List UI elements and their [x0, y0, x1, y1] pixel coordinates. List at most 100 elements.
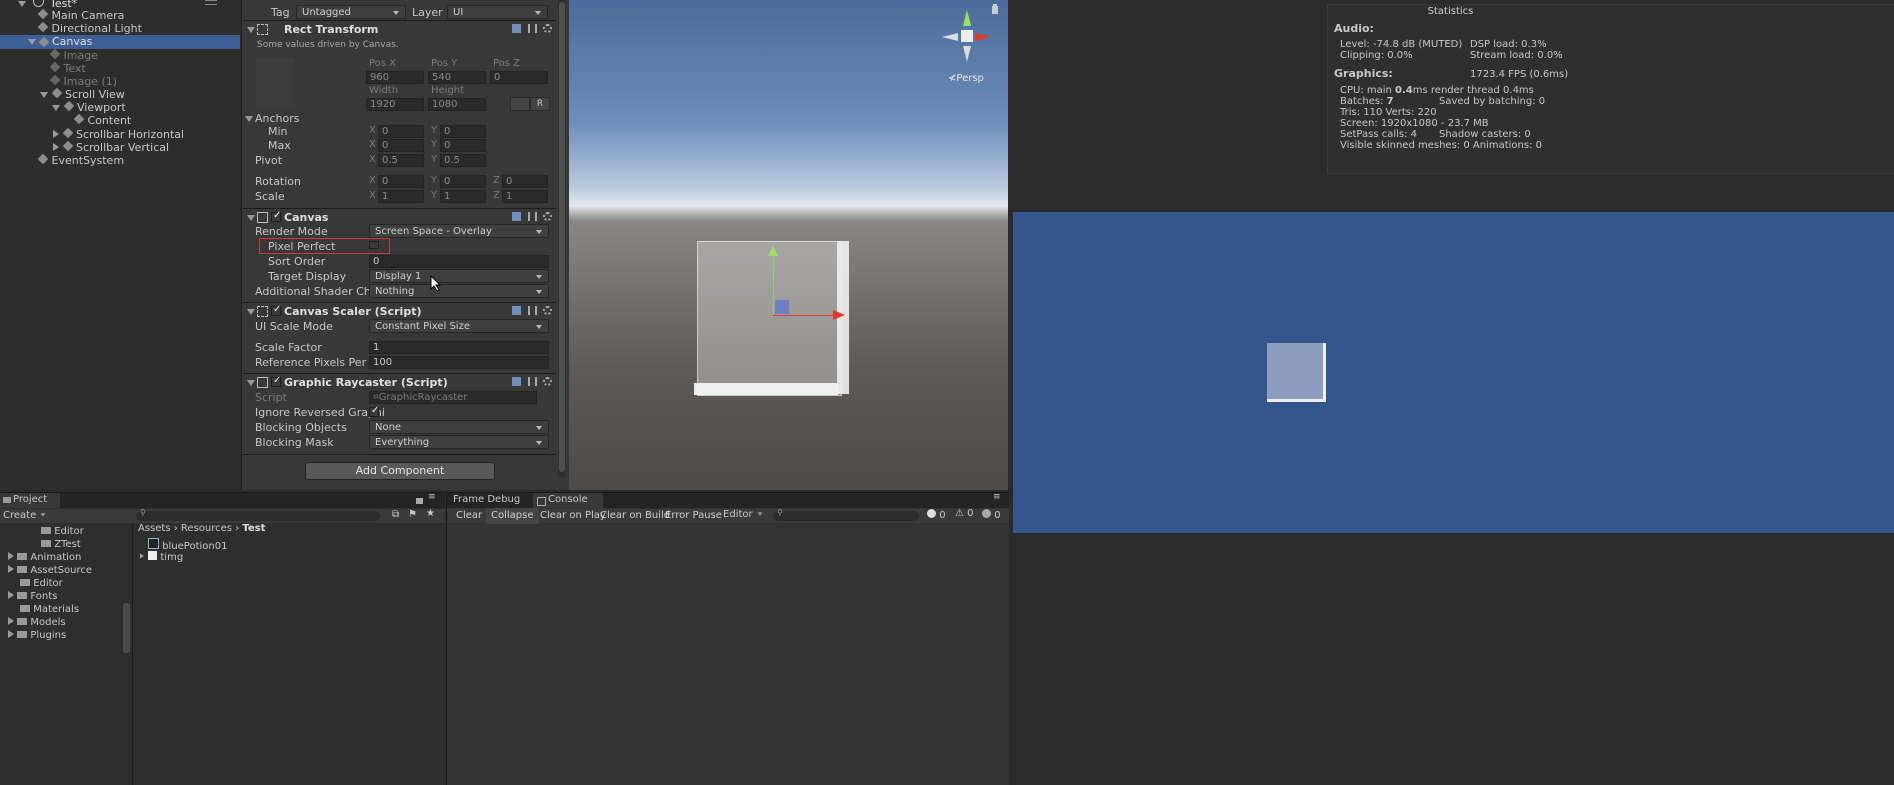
ui-scale-mode-dropdown[interactable]: Constant Pixel Size — [369, 319, 549, 333]
expand-arrow-icon[interactable] — [18, 1, 26, 7]
gizmo-y-axis-icon[interactable] — [963, 10, 971, 26]
favorites-star-icon[interactable]: ★ — [426, 508, 435, 519]
warning-count-toggle[interactable]: ⚠ 0 — [955, 508, 974, 519]
hierarchy-item-image-1[interactable]: Image (1) — [49, 74, 117, 88]
hierarchy-item-main-camera[interactable]: Main Camera — [37, 8, 124, 22]
expand-arrow-icon[interactable] — [40, 92, 48, 98]
orientation-gizmo[interactable] — [941, 8, 997, 64]
posz-field[interactable]: 0 — [490, 71, 548, 84]
preset-icon[interactable] — [528, 24, 537, 33]
expand-arrow-icon[interactable] — [52, 105, 60, 111]
filter-by-label-icon[interactable]: ⚑ — [408, 509, 417, 520]
tag-dropdown[interactable]: Untagged — [296, 5, 406, 19]
blocking-mask-dropdown[interactable]: Everything — [369, 435, 549, 449]
settings-gear-icon[interactable] — [543, 377, 552, 386]
gizmo-x-axis-icon[interactable] — [975, 33, 991, 41]
editor-dropdown[interactable]: Editor — [723, 509, 764, 520]
lock-icon[interactable] — [416, 498, 423, 504]
min-x-field[interactable]: 0 — [378, 125, 424, 138]
collapse-arrow-icon[interactable] — [8, 552, 14, 560]
hierarchy-item-content[interactable]: Content — [73, 113, 131, 127]
folder-editor[interactable]: Editor — [20, 578, 63, 589]
collapse-arrow-icon[interactable] — [8, 565, 14, 573]
panel-menu-icon[interactable]: ≡ — [428, 492, 436, 502]
gizmo-neg-y-axis-icon[interactable] — [963, 46, 971, 62]
collapse-arrow-icon[interactable] — [139, 553, 145, 559]
breadcrumb-assets[interactable]: Assets — [138, 523, 171, 534]
folder-fonts[interactable]: Fonts — [8, 591, 57, 602]
help-icon[interactable] — [512, 306, 521, 315]
collapse-arrow-icon[interactable] — [53, 143, 59, 151]
help-icon[interactable] — [512, 24, 521, 33]
foldout-arrow-icon[interactable] — [247, 380, 255, 386]
scene-menu-icon[interactable] — [205, 0, 217, 5]
move-handle-plane[interactable] — [775, 300, 789, 314]
frame-debug-tab[interactable]: Frame Debug — [453, 494, 520, 505]
scene-view[interactable]: ≮Persp — [569, 0, 1008, 490]
hierarchy-item-scroll-view[interactable]: Scroll View — [40, 87, 125, 101]
projection-label[interactable]: ≮Persp — [948, 73, 984, 84]
expand-arrow-icon[interactable] — [28, 39, 36, 45]
blocking-objects-dropdown[interactable]: None — [369, 420, 549, 434]
additional-shader-dropdown[interactable]: Nothing — [369, 284, 549, 298]
rot-x-field[interactable]: 0 — [378, 175, 424, 188]
help-icon[interactable] — [512, 377, 521, 386]
pivot-y-field[interactable]: 0.5 — [440, 154, 486, 167]
pixel-perfect-checkbox[interactable] — [369, 241, 379, 249]
info-count-toggle[interactable]: 0 — [927, 509, 946, 521]
asset-bluepotion01[interactable]: bluePotion01 — [148, 538, 227, 552]
collapse-button[interactable]: Collapse — [486, 508, 539, 524]
raw-edit-button[interactable]: R — [530, 97, 550, 111]
ignore-reversed-checkbox[interactable]: ✓ — [369, 405, 379, 417]
scale-z-field[interactable]: 1 — [502, 190, 548, 203]
hierarchy-item-scrollbar-vertical[interactable]: Scrollbar Vertical — [53, 140, 169, 154]
hierarchy-item-scrollbar-horizontal[interactable]: Scrollbar Horizontal — [53, 127, 184, 141]
hierarchy-item-viewport[interactable]: Viewport — [52, 100, 126, 114]
breadcrumb-resources[interactable]: Resources — [181, 523, 232, 534]
folder-editor-sub[interactable]: Editor — [41, 526, 84, 537]
canvas-gizmo-panel[interactable] — [697, 241, 842, 396]
preset-icon[interactable] — [528, 212, 537, 221]
create-dropdown[interactable]: Create — [3, 510, 47, 521]
collapse-arrow-icon[interactable] — [8, 591, 14, 599]
max-y-field[interactable]: 0 — [440, 139, 486, 152]
folder-tree-scrollbar[interactable] — [123, 603, 130, 653]
hierarchy-item-text[interactable]: Text — [49, 61, 86, 75]
hierarchy-item-eventsystem[interactable]: EventSystem — [37, 153, 124, 167]
hierarchy-item-image[interactable]: Image — [49, 48, 98, 62]
collapse-arrow-icon[interactable] — [53, 130, 59, 138]
collapse-arrow-icon[interactable] — [8, 630, 14, 638]
move-handle-x-axis[interactable] — [773, 315, 835, 316]
folder-ztest[interactable]: ZTest — [41, 539, 81, 550]
folder-assetsource[interactable]: AssetSource — [8, 565, 92, 576]
move-handle-y-axis[interactable] — [773, 253, 774, 315]
settings-gear-icon[interactable] — [543, 306, 552, 315]
console-search-input[interactable]: ⚲ — [773, 508, 919, 521]
pivot-x-field[interactable]: 0.5 — [378, 154, 424, 167]
scale-y-field[interactable]: 1 — [440, 190, 486, 203]
hierarchy-item-directional-light[interactable]: Directional Light — [37, 21, 142, 35]
asset-timg[interactable]: timg — [139, 551, 183, 563]
max-x-field[interactable]: 0 — [378, 139, 424, 152]
folder-plugins[interactable]: Plugins — [8, 630, 66, 641]
min-y-field[interactable]: 0 — [440, 125, 486, 138]
breadcrumb-test[interactable]: Test — [242, 523, 265, 534]
rot-z-field[interactable]: 0 — [502, 175, 548, 188]
layer-dropdown[interactable]: UI — [447, 5, 548, 19]
foldout-arrow-icon[interactable] — [247, 215, 255, 221]
target-display-dropdown[interactable]: Display 1 — [369, 269, 549, 283]
scale-factor-field[interactable]: 1 — [369, 341, 549, 354]
inspector-scrollbar[interactable] — [558, 0, 566, 478]
folder-materials[interactable]: Materials — [20, 604, 79, 615]
folder-animation[interactable]: Animation — [8, 552, 81, 563]
reference-pixels-field[interactable]: 100 — [369, 356, 549, 369]
scrollbar-thumb[interactable] — [559, 2, 565, 472]
console-tab[interactable]: Console — [533, 493, 603, 508]
rot-y-field[interactable]: 0 — [440, 175, 486, 188]
lock-icon[interactable] — [992, 6, 998, 14]
blueprint-mode-button[interactable] — [510, 97, 530, 111]
folder-models[interactable]: Models — [8, 617, 66, 628]
preset-icon[interactable] — [528, 306, 537, 315]
settings-gear-icon[interactable] — [543, 24, 552, 33]
error-pause-button[interactable]: Error Pause — [660, 508, 727, 524]
